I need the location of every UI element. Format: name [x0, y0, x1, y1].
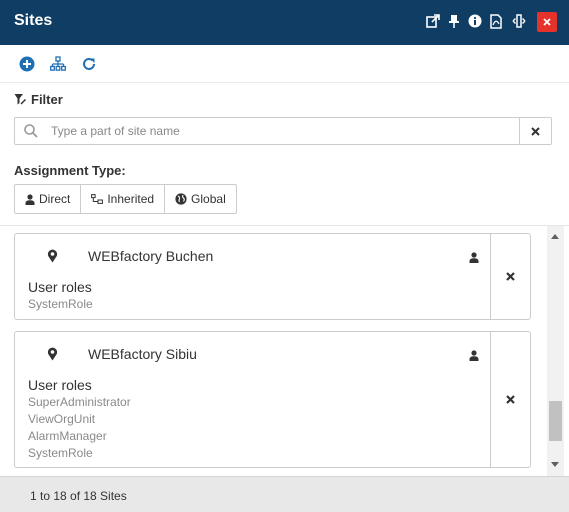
site-list[interactable]: WEBfactory Buchen User roles SystemRole …: [0, 226, 569, 476]
refresh-icon[interactable]: [80, 55, 98, 73]
filter-label: Filter: [31, 92, 63, 107]
person-icon: [469, 250, 479, 268]
assignment-type-label: Assignment Type:: [14, 163, 126, 178]
pin-icon[interactable]: [446, 12, 462, 30]
location-pin-icon: [47, 249, 58, 268]
close-button[interactable]: [537, 12, 557, 32]
role-item: SystemRole: [28, 446, 93, 460]
search-input[interactable]: [51, 121, 511, 141]
add-icon[interactable]: [18, 55, 36, 73]
search-icon: [24, 124, 38, 143]
global-button[interactable]: Global: [164, 184, 237, 214]
scroll-down-icon[interactable]: [551, 462, 559, 467]
remove-icon: [506, 272, 515, 281]
footer: 1 to 18 of 18 Sites: [0, 476, 569, 512]
role-item: ViewOrgUnit: [28, 412, 96, 426]
assignment-type-group: Direct Inherited Global: [14, 184, 237, 214]
inherited-button[interactable]: Inherited: [80, 184, 166, 214]
info-icon[interactable]: [467, 12, 483, 30]
clear-search-button[interactable]: [519, 118, 551, 144]
resize-icon[interactable]: [511, 12, 527, 30]
hierarchy-icon[interactable]: [49, 55, 67, 73]
filter-heading: Filter: [14, 92, 63, 107]
popout-icon[interactable]: [425, 12, 441, 30]
role-item: SystemRole: [28, 297, 93, 311]
person-icon: [25, 193, 35, 205]
inherited-label: Inherited: [107, 192, 155, 206]
scrollbar[interactable]: [547, 226, 564, 476]
role-item: AlarmManager: [28, 429, 107, 443]
window-header: Sites: [0, 0, 569, 45]
user-roles-title: User roles: [28, 279, 92, 295]
global-label: Global: [191, 192, 226, 206]
site-card: WEBfactory Buchen User roles SystemRole: [14, 233, 531, 320]
scroll-up-icon[interactable]: [551, 234, 559, 239]
search-box: [14, 117, 552, 145]
location-pin-icon: [47, 347, 58, 366]
site-name: WEBfactory Buchen: [88, 248, 214, 264]
direct-button[interactable]: Direct: [14, 184, 82, 214]
role-item: SuperAdministrator: [28, 395, 131, 409]
pdf-icon[interactable]: [488, 12, 504, 30]
direct-label: Direct: [39, 192, 71, 206]
remove-site-button[interactable]: [490, 332, 530, 467]
toolbar: [0, 45, 569, 83]
site-name: WEBfactory Sibiu: [88, 346, 197, 362]
clear-icon: [531, 126, 540, 136]
filter-icon: [14, 94, 27, 105]
window-title: Sites: [14, 12, 53, 29]
scroll-thumb[interactable]: [549, 401, 562, 441]
remove-icon: [506, 395, 515, 404]
remove-site-button[interactable]: [490, 234, 530, 319]
person-icon: [469, 348, 479, 366]
close-icon: [543, 18, 551, 26]
site-card: WEBfactory Sibiu User roles SuperAdminis…: [14, 331, 531, 468]
record-count: 1 to 18 of 18 Sites: [30, 489, 127, 503]
globe-icon: [175, 193, 187, 205]
hierarchy-icon: [91, 193, 104, 204]
user-roles-title: User roles: [28, 377, 92, 393]
